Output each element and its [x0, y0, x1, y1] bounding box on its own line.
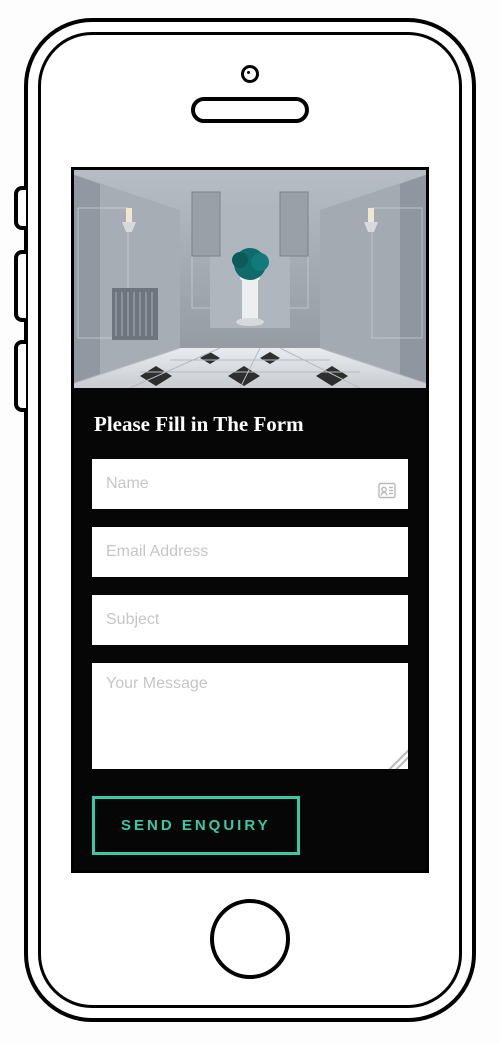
- form-title: Please Fill in The Form: [94, 412, 408, 437]
- device-screen: Please Fill in The Form: [71, 167, 429, 873]
- phone-side-button: [14, 250, 26, 322]
- phone-side-button: [14, 340, 26, 412]
- home-button[interactable]: [210, 899, 290, 979]
- email-input[interactable]: [92, 527, 408, 577]
- name-field-wrap: [92, 459, 408, 527]
- camera-icon: [241, 65, 259, 83]
- message-textarea[interactable]: [92, 663, 408, 769]
- send-enquiry-button[interactable]: SEND ENQUIRY: [92, 796, 300, 855]
- name-input[interactable]: [92, 459, 408, 509]
- speaker-slot: [191, 97, 309, 123]
- hero-image: [74, 170, 426, 388]
- contact-form-panel: Please Fill in The Form: [74, 388, 426, 873]
- phone-frame: Please Fill in The Form: [24, 18, 476, 1022]
- subject-input[interactable]: [92, 595, 408, 645]
- phone-side-button: [14, 186, 26, 230]
- phone-bezel: Please Fill in The Form: [38, 32, 462, 1008]
